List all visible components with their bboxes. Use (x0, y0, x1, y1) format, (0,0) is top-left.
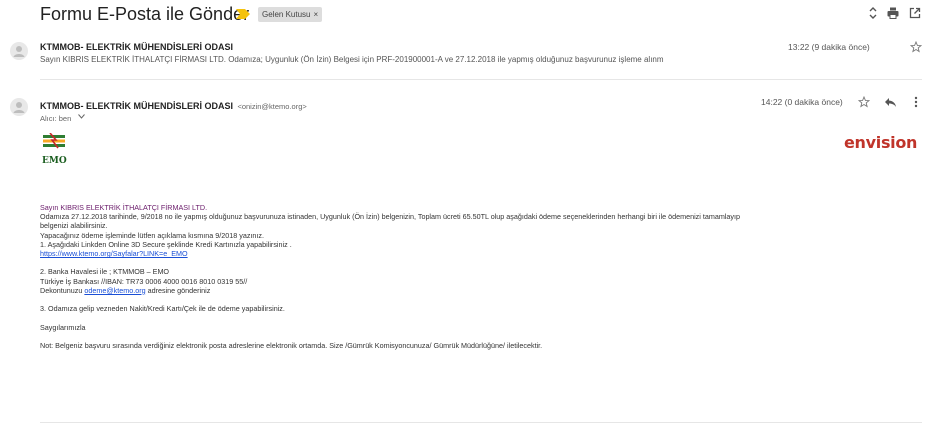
email-subject: Formu E-Posta ile Gönder (40, 4, 250, 24)
body-line: Not: Belgeniz başvuru sırasında verdiğin… (40, 340, 543, 350)
sender-email: <onizin@ktemo.org> (237, 102, 307, 111)
body-line: 1. Aşağıdaki Linkden Online 3D Secure şe… (40, 239, 292, 249)
body-line: Dekontunuzu odeme@ktemo.org adresine gön… (40, 286, 920, 295)
star-icon[interactable] (910, 41, 922, 53)
payment-link[interactable]: https://www.ktemo.org/Sayfalar?LINK=e_EM… (40, 249, 188, 258)
subject-header: Formu E-Posta ile Gönder Gelen Kutusu × (0, 0, 932, 30)
avatar (10, 42, 28, 60)
default-avatar-icon (13, 46, 25, 57)
body-line: Yapacağınız ödeme işleminde lütfen açıkl… (40, 230, 264, 240)
body-text: adresine gönderiniz (145, 285, 211, 295)
body-line: Odamıza 27.12.2018 tarihinde, 9/2018 no … (40, 212, 741, 222)
expand-all-icon[interactable] (866, 6, 880, 20)
avatar (10, 98, 28, 116)
remove-label-icon[interactable]: × (313, 10, 318, 19)
body-line: 2. Banka Havalesi ile ; KTMMOB – EMO (40, 267, 170, 277)
envision-logo: envision (844, 133, 918, 152)
message-time: 13:22 (9 dakika önce) (788, 42, 870, 52)
more-vert-icon[interactable] (913, 96, 919, 108)
body-line: Saygılarımızla (40, 322, 86, 332)
message-body: Sayın KIBRIS ELEKTRİK İTHALATÇI FİRMASI … (40, 203, 920, 350)
emo-logo: EMO (40, 132, 74, 166)
message-time: 14:22 (0 dakika önce) (761, 97, 843, 107)
recipients-label: Alıcı: ben (40, 114, 72, 123)
new-window-icon[interactable] (908, 6, 922, 20)
body-line: Türkiye İş Bankası //IBAN: TR73 0006 400… (40, 276, 248, 286)
star-icon[interactable] (858, 96, 870, 108)
inbox-label-chip[interactable]: Gelen Kutusu × (258, 7, 323, 22)
body-line: 3. Odamıza gelip vezneden Nakit/Kredi Ka… (40, 304, 285, 314)
recipients-toggle[interactable]: Alıcı: ben (40, 108, 85, 126)
message-divider (40, 422, 922, 423)
collapsed-message[interactable]: KTMMOB- ELEKTRİK MÜHENDİSLERİ ODASI Sayı… (0, 38, 932, 78)
body-text: Dekontunuzu (40, 285, 85, 295)
message-sender: KTMMOB- ELEKTRİK MÜHENDİSLERİ ODASI (40, 42, 233, 52)
inbox-label: Gelen Kutusu (262, 10, 311, 19)
chevron-down-icon (77, 114, 85, 120)
email-link[interactable]: odeme@ktemo.org (84, 286, 145, 295)
emo-logo-text: EMO (42, 156, 67, 166)
default-avatar-icon (13, 102, 25, 113)
message-snippet: Sayın KIBRIS ELEKTRİK İTHALATÇI FİRMASI … (40, 55, 664, 64)
important-marker-icon[interactable] (236, 9, 250, 19)
body-line: belgenizi alabilirsiniz. (40, 221, 108, 231)
print-icon[interactable] (886, 6, 900, 20)
reply-icon[interactable] (884, 96, 897, 108)
greeting: Sayın KIBRIS ELEKTRİK İTHALATÇI FİRMASI … (40, 203, 208, 212)
emo-logo-icon (43, 132, 65, 149)
message-divider (40, 79, 922, 80)
